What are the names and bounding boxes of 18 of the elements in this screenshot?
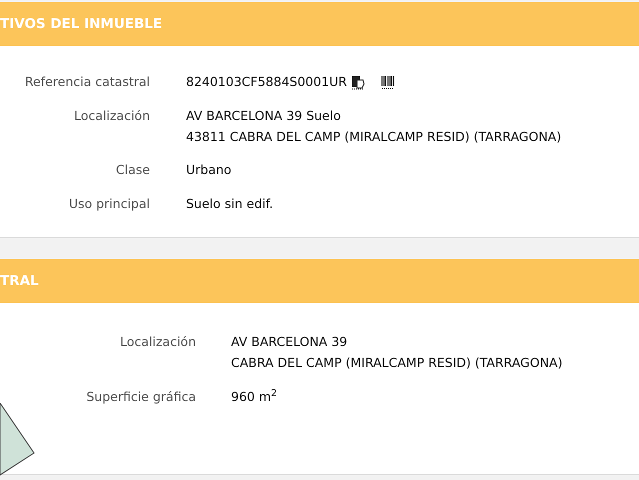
section-title: TIVOS DEL INMUEBLE: [0, 14, 162, 34]
field-label: Superficie gráfica: [85, 388, 196, 406]
field-value: Urbano: [186, 161, 232, 180]
field-value: 8240103CF5884S0001UR: [186, 73, 347, 91]
field-value: CABRA DEL CAMP (MIRALCAMP RESID) (TARRAGONA): [231, 354, 562, 372]
field-value: Suelo sin edif.: [186, 195, 274, 213]
field-label: Clase: [114, 161, 150, 180]
copy-icon[interactable]: [350, 74, 365, 90]
field-value: AV BARCELONA 39 Suelo: [186, 106, 341, 125]
field-label: Uso principal: [68, 195, 150, 213]
field-label: Referencia catastral: [24, 73, 150, 91]
field-value: AV BARCELONA 39: [231, 333, 348, 351]
field-label: Localización: [118, 333, 196, 351]
section-title: TRAL: [0, 272, 39, 291]
barcode-icon[interactable]: [380, 74, 395, 90]
field-value: 43811 CABRA DEL CAMP (MIRALCAMP RESID) (TARRAGONA): [186, 128, 562, 146]
field-label: Localización: [72, 106, 150, 125]
field-value: 960 m$^{2}$: [231, 388, 277, 406]
